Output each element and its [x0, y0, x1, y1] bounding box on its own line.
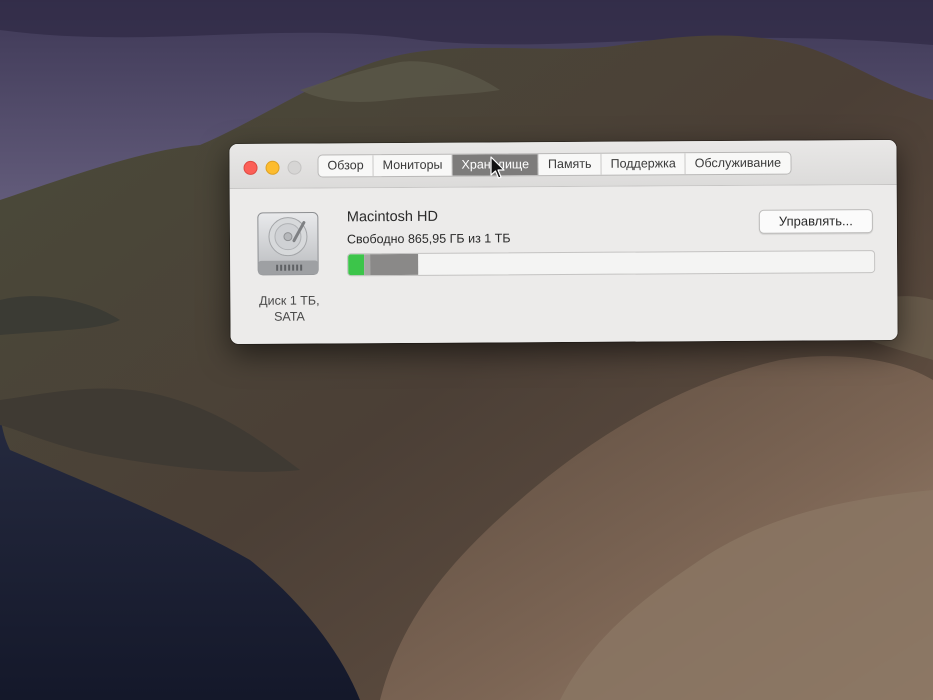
volume-free-space: Свободно 865,95 ГБ из 1 ТБ — [346, 231, 511, 247]
zoom-button[interactable] — [287, 160, 302, 175]
window-titlebar[interactable]: Обзор Мониторы Хранилище Память Поддержк… — [229, 139, 897, 190]
about-this-mac-window: Обзор Мониторы Хранилище Память Поддержк… — [229, 139, 898, 345]
disk-caption: Диск 1 ТБ, SATA — [244, 292, 334, 325]
close-button[interactable] — [243, 160, 258, 175]
mouse-pointer-icon — [490, 156, 506, 180]
tab-memory[interactable]: Память — [538, 153, 602, 176]
storage-pane: Диск 1 ТБ, SATA Macintosh HD Свободно 86… — [229, 184, 898, 345]
tab-support[interactable]: Поддержка — [601, 153, 686, 175]
minimize-button[interactable] — [265, 160, 280, 175]
hard-drive-icon — [256, 210, 320, 276]
tab-overview[interactable]: Обзор — [318, 155, 374, 177]
storage-segment-system[interactable] — [370, 253, 419, 276]
manage-button[interactable]: Управлять... — [758, 209, 873, 234]
storage-segment-apps[interactable] — [348, 254, 364, 276]
desktop-wallpaper — [0, 0, 933, 700]
tab-displays[interactable]: Мониторы — [373, 154, 453, 177]
disk-capacity-label: Диск 1 ТБ, — [259, 293, 320, 308]
disk-interface-label: SATA — [274, 309, 305, 324]
tab-bar: Обзор Мониторы Хранилище Память Поддержк… — [317, 151, 792, 178]
storage-usage-bar[interactable] — [347, 250, 876, 277]
volume-name: Macintosh HD — [346, 208, 438, 226]
wallpaper-landscape — [0, 0, 933, 700]
tab-service[interactable]: Обслуживание — [686, 153, 790, 175]
